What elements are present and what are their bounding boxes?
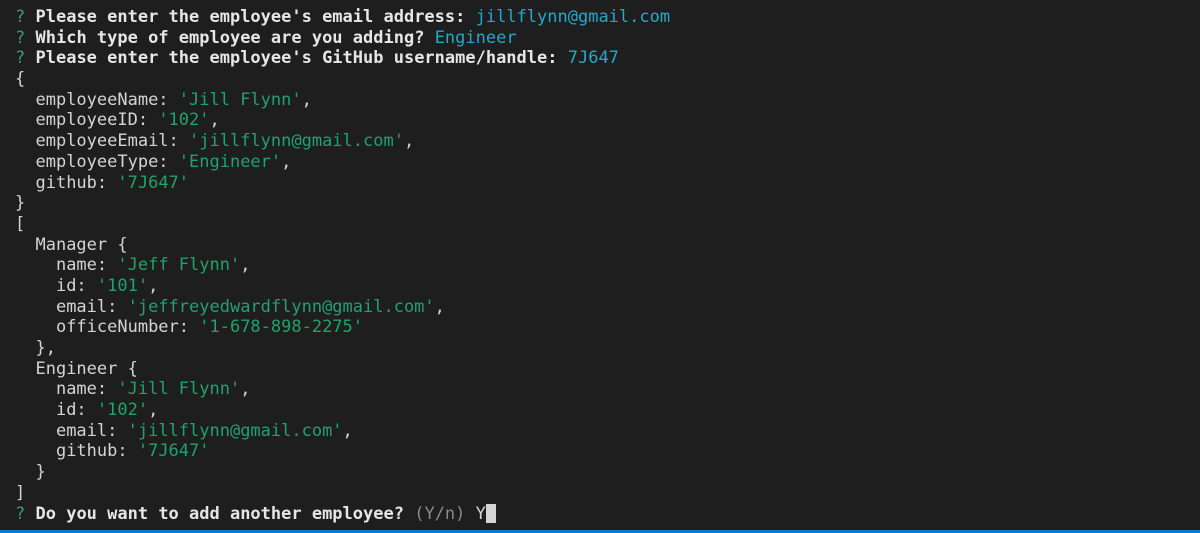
field-value: '7J647' (137, 441, 210, 462)
field-key: github: (35, 172, 118, 193)
terminal-window[interactable]: ? Please enter the employee's email addr… (0, 0, 1200, 533)
class-header: Engineer { (15, 359, 1200, 380)
field-value: 'jeffreyedwardflynn@gmail.com' (127, 296, 435, 317)
field-value: 'Jill Flynn' (178, 89, 302, 110)
field-key: employeeName: (35, 89, 179, 110)
object-field: employeeName: 'Jill Flynn', (15, 90, 1200, 111)
field-separator: , (240, 379, 251, 400)
text-cursor (485, 503, 496, 523)
question-mark: ? (15, 7, 26, 27)
question-mark: ? (15, 27, 26, 48)
object-close-brace: } (15, 193, 26, 214)
class-close: }, (35, 338, 56, 358)
class-close-brace: } (15, 462, 1200, 483)
field-separator: , (148, 275, 159, 296)
prompt-text: Please enter the employee's email addres… (35, 7, 466, 27)
field-separator: , (403, 131, 415, 152)
class-field: name: 'Jeff Flynn', (15, 255, 1200, 276)
field-separator: , (301, 89, 312, 110)
class-field: github: '7J647' (15, 441, 1200, 462)
object-field: employeeType: 'Engineer', (15, 152, 1200, 173)
field-separator: , (434, 296, 445, 317)
question-mark: ? (15, 48, 26, 69)
field-key: email: (55, 296, 128, 317)
class-field: id: '101', (15, 276, 1200, 297)
object-open-brace: { (15, 69, 26, 90)
question-mark: ? (15, 503, 26, 524)
prompt-line: ? Please enter the employee's GitHub use… (15, 48, 1200, 69)
field-separator: , (209, 110, 220, 131)
object-field: github: '7J647' (15, 173, 1200, 194)
field-key: email: (55, 420, 128, 441)
array-open-bracket: [ (15, 213, 26, 234)
prompt-answer: jillflynn@gmail.com (475, 7, 671, 27)
field-key: id: (55, 275, 97, 296)
field-value: 'jillflynn@gmail.com' (127, 420, 343, 441)
field-key: officeNumber: (55, 317, 200, 338)
class-name: Engineer { (35, 358, 138, 379)
class-field: name: 'Jill Flynn', (15, 379, 1200, 400)
prompt-line: ? Please enter the employee's email addr… (15, 7, 1200, 28)
class-name: Manager { (35, 234, 128, 255)
field-separator: , (342, 420, 353, 441)
class-close-brace: }, (15, 338, 1200, 359)
object-field: employeeID: '102', (15, 110, 1200, 131)
prompt-text: Please enter the employee's GitHub usern… (35, 48, 558, 69)
field-value: '1-678-898-2275' (199, 317, 364, 338)
field-value: '102' (96, 400, 149, 421)
field-key: employeeID: (35, 110, 159, 131)
object-field: employeeEmail: 'jillflynn@gmail.com', (15, 131, 1200, 152)
field-value: 'jillflynn@gmail.com' (189, 131, 404, 152)
field-key: id: (55, 400, 97, 421)
field-key: github: (55, 441, 138, 462)
class-close: } (35, 462, 46, 483)
class-field: email: 'jillflynn@gmail.com', (15, 421, 1200, 442)
array-close-bracket: ] (15, 482, 26, 503)
prompt-answer: Engineer (434, 27, 517, 48)
class-field: email: 'jeffreyedwardflynn@gmail.com', (15, 297, 1200, 318)
final-prompt-line[interactable]: ? Do you want to add another employee? (… (15, 503, 1200, 525)
prompt-input[interactable]: Y (476, 504, 486, 524)
field-value: '102' (158, 110, 210, 131)
field-value: 'Jeff Flynn' (117, 255, 241, 276)
field-key: employeeType: (35, 151, 179, 172)
class-field: id: '102', (15, 400, 1200, 421)
prompt-text: Do you want to add another employee? (35, 503, 404, 524)
field-value: '7J647' (117, 172, 190, 193)
field-key: employeeEmail: (35, 131, 190, 152)
class-header: Manager { (15, 235, 1200, 256)
field-value: 'Engineer' (178, 151, 282, 172)
prompt-line: ? Which type of employee are you adding?… (15, 28, 1200, 49)
prompt-text: Which type of employee are you adding? (35, 27, 425, 48)
class-field: officeNumber: '1-678-898-2275' (15, 317, 1200, 338)
field-separator: , (240, 255, 251, 276)
field-value: 'Jill Flynn' (117, 379, 241, 400)
prompt-answer: 7J647 (567, 48, 619, 69)
field-key: name: (55, 379, 118, 400)
field-separator: , (281, 151, 292, 172)
field-value: '101' (96, 275, 149, 296)
prompt-hint: (Y/n) (414, 503, 466, 524)
field-separator: , (148, 400, 159, 421)
field-key: name: (55, 255, 118, 276)
